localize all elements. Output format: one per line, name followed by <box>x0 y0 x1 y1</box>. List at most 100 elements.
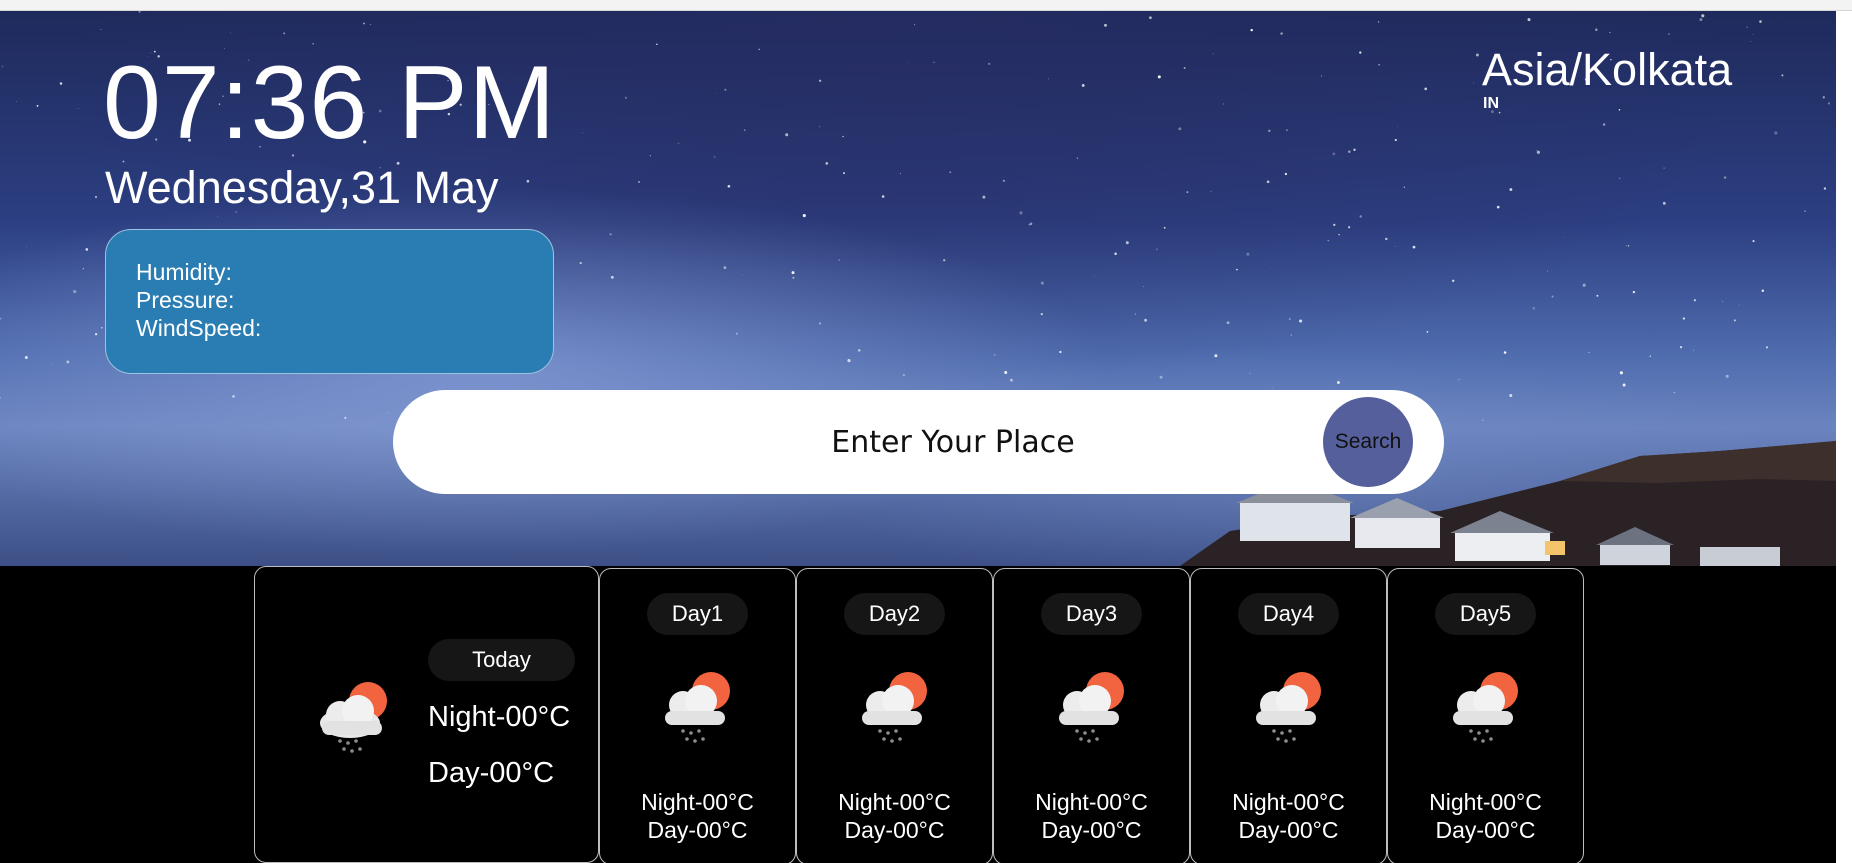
star <box>36 105 39 107</box>
star <box>1668 33 1670 35</box>
star <box>1183 66 1186 69</box>
star <box>1114 252 1117 256</box>
star <box>1047 78 1050 80</box>
star <box>1551 295 1554 298</box>
forecast-card-today: Today Night-00°C Day-00°C <box>254 566 599 863</box>
day-label: Day1 <box>647 593 748 635</box>
star <box>1093 275 1095 276</box>
star <box>914 24 916 26</box>
star <box>1618 109 1621 111</box>
star <box>1186 191 1189 194</box>
star <box>1155 248 1158 251</box>
star <box>1290 334 1292 336</box>
day-day-temp: Day-00°C <box>844 817 945 843</box>
star <box>1649 355 1652 358</box>
star <box>1328 387 1330 389</box>
star <box>1327 239 1329 242</box>
star <box>609 233 612 236</box>
star <box>26 245 27 247</box>
day-night-temp: Night-00°C <box>1035 789 1148 815</box>
star <box>847 359 851 363</box>
star <box>66 360 70 364</box>
star <box>1246 252 1250 256</box>
star <box>85 248 89 251</box>
star <box>1761 289 1765 293</box>
star <box>743 129 746 131</box>
star <box>94 332 98 336</box>
star <box>1394 246 1396 247</box>
current-date: Wednesday,31 May <box>105 162 499 213</box>
star <box>1723 176 1727 179</box>
star <box>1286 129 1288 131</box>
star <box>1722 300 1724 302</box>
star <box>1701 14 1705 18</box>
star <box>1509 188 1513 191</box>
stat-windspeed: WindSpeed: <box>136 314 553 342</box>
forecast-card-day4: Day4 Night-00°C Day-00°C <box>1190 568 1387 863</box>
star <box>344 416 347 419</box>
star <box>1394 138 1397 142</box>
star <box>1781 74 1784 77</box>
star <box>716 92 717 94</box>
star <box>1412 245 1416 249</box>
star <box>1348 226 1351 229</box>
star <box>100 29 102 31</box>
star <box>1212 53 1214 55</box>
star <box>1679 345 1683 349</box>
star <box>1019 211 1023 215</box>
star <box>1673 391 1676 394</box>
star <box>387 412 389 414</box>
star <box>624 96 628 99</box>
star <box>1210 190 1212 192</box>
star <box>677 142 680 145</box>
star <box>656 43 658 46</box>
star <box>1134 313 1136 315</box>
star <box>1268 129 1271 133</box>
star <box>1496 205 1500 209</box>
star <box>1333 223 1336 227</box>
star <box>1532 306 1536 310</box>
star <box>1320 75 1322 77</box>
star <box>907 61 909 63</box>
star <box>1332 152 1336 156</box>
star <box>1746 26 1748 28</box>
day-day-temp: Day-00°C <box>1041 817 1142 843</box>
star <box>1509 394 1513 397</box>
star <box>819 126 821 128</box>
star <box>1269 267 1271 269</box>
star <box>758 48 760 51</box>
star <box>1159 375 1163 379</box>
star <box>1527 18 1531 22</box>
star <box>713 156 716 158</box>
day-night-temp: Night-00°C <box>838 789 951 815</box>
weather-stats-card: Humidity: Pressure: WindSpeed: <box>105 229 554 374</box>
star <box>1299 319 1303 323</box>
star <box>1337 381 1340 384</box>
star <box>1359 215 1362 218</box>
day-temps: Night-00°C Day-00°C <box>1191 788 1386 844</box>
search-input[interactable] <box>433 390 1293 494</box>
timezone-label: Asia/Kolkata <box>1482 44 1733 95</box>
star <box>1004 371 1008 374</box>
star <box>792 276 795 279</box>
star <box>723 266 727 270</box>
star <box>1280 32 1283 35</box>
search-button[interactable]: Search <box>1323 397 1413 487</box>
star <box>1619 177 1621 179</box>
country-code: IN <box>1483 95 1499 112</box>
star <box>363 22 365 25</box>
star <box>1029 222 1033 226</box>
star <box>1625 245 1627 247</box>
day-temps: Night-00°C Day-00°C <box>994 788 1189 844</box>
star <box>1738 304 1740 306</box>
star <box>1271 387 1273 389</box>
star <box>1144 318 1148 322</box>
star <box>736 332 738 335</box>
star <box>1602 123 1606 126</box>
star <box>1582 283 1586 287</box>
stat-humidity-label: Humidity: <box>136 259 232 285</box>
star <box>1214 354 1218 358</box>
star <box>1163 226 1166 229</box>
star <box>1378 64 1380 66</box>
day-label: Day3 <box>1041 593 1142 635</box>
